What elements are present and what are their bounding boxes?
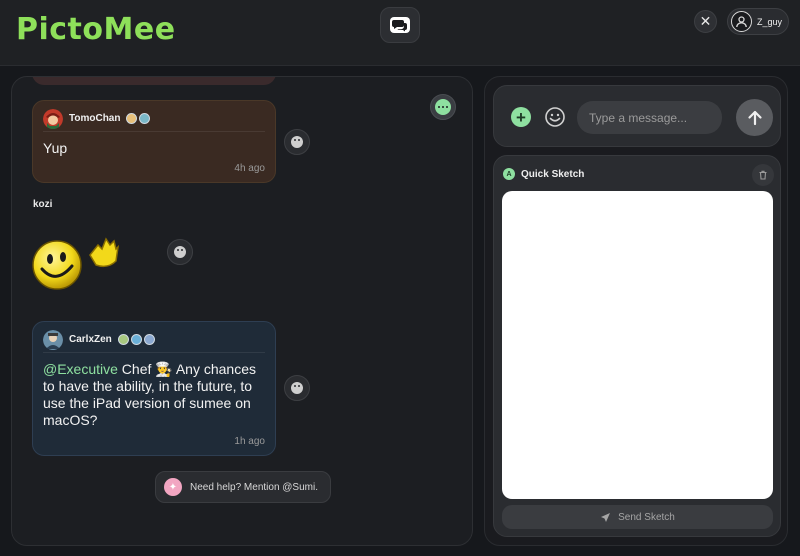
tomochan-avatar[interactable] bbox=[43, 108, 63, 129]
badge-icon bbox=[130, 334, 142, 345]
user-menu-button[interactable]: Z_guy bbox=[727, 8, 789, 35]
previous-message-edge bbox=[32, 77, 276, 85]
sketch-logo-icon: A bbox=[503, 168, 515, 180]
chat-toggle-button[interactable] bbox=[380, 7, 420, 43]
clear-sketch-button[interactable] bbox=[752, 164, 774, 186]
send-sketch-button[interactable]: Send Sketch bbox=[502, 505, 773, 529]
message-text: @Executive Chef 👨‍🍳 Any chances to have … bbox=[43, 361, 256, 428]
message-card-tomochan: TomoChan Yup 4h ago bbox=[32, 100, 276, 183]
message-input[interactable] bbox=[577, 101, 722, 134]
badge-icon bbox=[143, 334, 155, 345]
smiley-icon bbox=[174, 246, 186, 258]
message-text: Yup bbox=[43, 140, 68, 156]
badge-icon bbox=[126, 113, 138, 124]
message-header: CarlxZen bbox=[43, 329, 265, 353]
message-header: TomoChan bbox=[43, 108, 265, 132]
paper-plane-icon bbox=[601, 512, 611, 522]
message-card-carlxzen: CarlxZen @Executive Chef 👨‍🍳 Any chances… bbox=[32, 321, 276, 456]
waving-smiley-sticker bbox=[32, 237, 120, 290]
username-label: Z_guy bbox=[757, 16, 783, 27]
message-username[interactable]: TomoChan bbox=[69, 113, 120, 124]
add-reaction-button[interactable] bbox=[167, 239, 193, 265]
message-timestamp: 1h ago bbox=[234, 436, 265, 447]
message-username[interactable]: kozi bbox=[33, 199, 52, 210]
arrow-up-icon bbox=[747, 110, 762, 125]
quick-sketch-card: A Quick Sketch Send Sketch bbox=[493, 155, 781, 537]
add-reaction-button[interactable] bbox=[284, 129, 310, 155]
close-icon: ✕ bbox=[699, 13, 712, 29]
help-text: Need help? Mention @Sumi. bbox=[190, 481, 318, 493]
app-header: PictoMee ✕ Z_guy bbox=[0, 0, 800, 66]
app-logo[interactable]: PictoMee bbox=[16, 12, 176, 47]
badge-icon bbox=[117, 334, 129, 345]
mention-link[interactable]: @Executive bbox=[43, 361, 118, 377]
smiley-icon bbox=[291, 136, 303, 148]
message-composer: + bbox=[493, 85, 781, 147]
user-avatar-icon bbox=[731, 11, 752, 32]
more-options-button[interactable] bbox=[430, 94, 456, 120]
close-button[interactable]: ✕ bbox=[694, 10, 717, 33]
quick-sketch-title: Quick Sketch bbox=[521, 168, 585, 180]
more-dots-icon bbox=[435, 99, 451, 115]
emoji-picker-button[interactable] bbox=[544, 106, 566, 128]
plus-icon: + bbox=[516, 107, 526, 127]
message-timestamp: 4h ago bbox=[234, 163, 265, 174]
chat-feed[interactable]: TomoChan Yup 4h ago kozi CarlxZen @Execu… bbox=[11, 76, 473, 546]
sketch-canvas[interactable] bbox=[502, 191, 773, 499]
smiley-icon bbox=[291, 382, 303, 394]
side-panel: + A Quick Sketch Send S bbox=[484, 76, 788, 546]
sparkle-icon: ✦ bbox=[164, 478, 182, 496]
send-message-button[interactable] bbox=[736, 99, 773, 136]
add-reaction-button[interactable] bbox=[284, 375, 310, 401]
chat-bubbles-icon bbox=[390, 17, 410, 33]
help-mention-button[interactable]: ✦ Need help? Mention @Sumi. bbox=[155, 471, 331, 503]
add-attachment-button[interactable]: + bbox=[511, 107, 531, 127]
trash-icon bbox=[759, 170, 767, 180]
carlxzen-avatar[interactable] bbox=[43, 329, 63, 350]
quick-sketch-header: A Quick Sketch bbox=[503, 168, 584, 180]
badge-icon bbox=[139, 113, 151, 124]
message-username[interactable]: CarlxZen bbox=[69, 334, 112, 345]
send-sketch-label: Send Sketch bbox=[618, 511, 675, 523]
